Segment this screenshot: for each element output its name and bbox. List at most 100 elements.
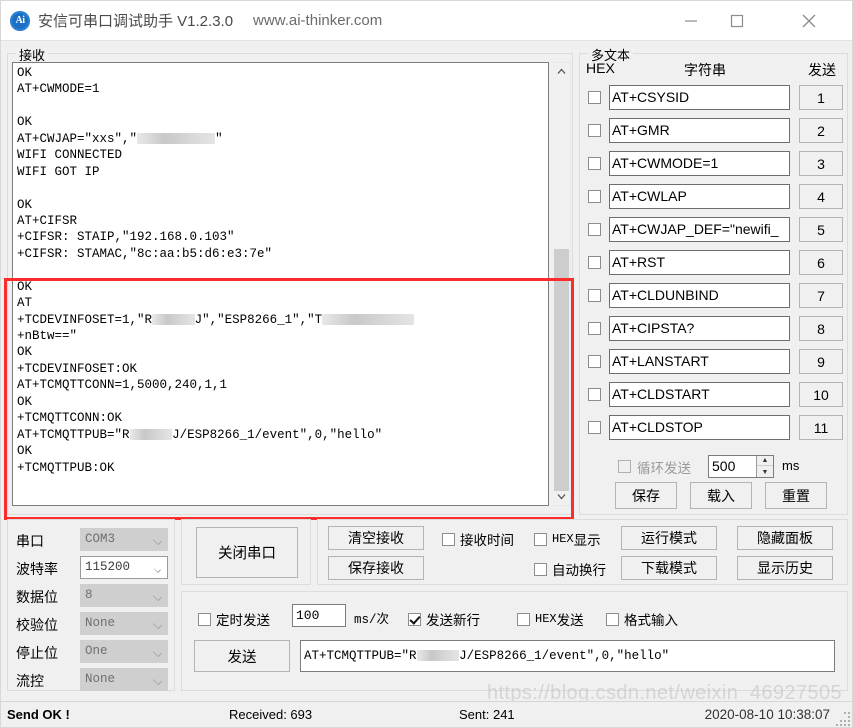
command-send-button[interactable]: 11	[799, 415, 843, 440]
timed-interval-input[interactable]: 100	[292, 604, 346, 627]
send-button[interactable]: 发送	[194, 640, 290, 672]
port-toggle-panel: 关闭串口	[181, 519, 311, 585]
command-hex-checkbox[interactable]	[588, 91, 601, 104]
load-button[interactable]: 载入	[690, 482, 752, 509]
scrollbar-thumb[interactable]	[554, 249, 569, 491]
serial-setting-label: 校验位	[16, 617, 58, 633]
command-row: AT+CSYSID 1	[580, 84, 847, 114]
command-hex-checkbox[interactable]	[588, 190, 601, 203]
command-hex-checkbox[interactable]	[588, 289, 601, 302]
command-hex-checkbox[interactable]	[588, 388, 601, 401]
download-mode-button[interactable]: 下载模式	[621, 556, 717, 580]
minimize-icon[interactable]	[668, 1, 714, 41]
checkbox-box	[442, 532, 455, 546]
chevron-down-icon[interactable]	[553, 488, 570, 505]
command-send-button[interactable]: 10	[799, 382, 843, 407]
command-input[interactable]: AT+CSYSID	[609, 85, 790, 110]
command-row: AT+CIPSTA? 8	[580, 315, 847, 345]
toggle-serial-port-button[interactable]: 关闭串口	[196, 527, 298, 578]
save-receive-button[interactable]: 保存接收	[328, 556, 424, 580]
send-newline-checkbox[interactable]: 发送新行	[408, 609, 480, 629]
redacted-text	[416, 650, 460, 662]
command-input[interactable]: AT+CWMODE=1	[609, 151, 790, 176]
chevron-up-icon[interactable]	[553, 63, 570, 80]
receive-panel: 接收 OK AT+CWMODE=1 OK AT+CWJAP="xxs"," " WIFI…	[7, 45, 573, 515]
chevron-down-icon	[152, 675, 163, 686]
command-hex-checkbox[interactable]	[588, 256, 601, 269]
command-send-button[interactable]: 4	[799, 184, 843, 209]
receive-timestamp-checkbox[interactable]: 接收时间	[442, 529, 514, 549]
hex-display-label-cn: 显示	[573, 533, 601, 548]
auto-wrap-checkbox[interactable]: 自动换行	[534, 559, 606, 579]
status-datetime: 2020-08-10 10:38:07	[704, 707, 830, 722]
timed-send-checkbox[interactable]: 定时发送	[198, 609, 270, 629]
serial-setting-label: 串口	[16, 533, 44, 549]
send-input[interactable]: AT+TCMQTTPUB="R J/ESP8266_1/event",0,"hel…	[300, 640, 835, 672]
show-history-button[interactable]: 显示历史	[737, 556, 833, 580]
receive-line: AT+CWJAP="xxs"," "	[17, 131, 223, 146]
chevron-down-icon	[152, 619, 163, 630]
serial-setting-row: 校验位 None	[8, 610, 174, 638]
serial-setting-select[interactable]: 115200	[80, 556, 168, 579]
timed-send-label: 定时发送	[216, 613, 270, 628]
title-bar: Ai 安信可串口调试助手 V1.2.3.0 www.ai-thinker.com	[1, 1, 852, 41]
auto-wrap-label: 自动换行	[552, 563, 606, 578]
command-input[interactable]: AT+CWLAP	[609, 184, 790, 209]
command-send-button[interactable]: 9	[799, 349, 843, 374]
command-hex-checkbox[interactable]	[588, 157, 601, 170]
command-input[interactable]: AT+CLDSTOP	[609, 415, 790, 440]
command-input[interactable]: AT+CLDSTART	[609, 382, 790, 407]
receive-line: OK	[17, 66, 33, 80]
serial-setting-select[interactable]: 8	[80, 584, 168, 607]
command-hex-checkbox[interactable]	[588, 421, 601, 434]
hide-panel-button[interactable]: 隐藏面板	[737, 526, 833, 550]
receive-line	[17, 180, 545, 196]
receive-line: AT	[17, 296, 33, 311]
format-input-checkbox[interactable]: 格式输入	[606, 609, 678, 629]
serial-setting-select[interactable]: One	[80, 640, 168, 663]
stepper-buttons[interactable]: ▲ ▼	[756, 456, 773, 477]
clear-receive-button[interactable]: 清空接收	[328, 526, 424, 550]
command-hex-checkbox[interactable]	[588, 124, 601, 137]
command-input[interactable]: AT+GMR	[609, 118, 790, 143]
save-button[interactable]: 保存	[615, 482, 677, 509]
command-send-button[interactable]: 5	[799, 217, 843, 242]
command-input[interactable]: AT+LANSTART	[609, 349, 790, 374]
serial-setting-select[interactable]: None	[80, 668, 168, 691]
hex-display-checkbox[interactable]: HEX 显示	[534, 529, 601, 549]
command-send-button[interactable]: 7	[799, 283, 843, 308]
receive-line: OK	[17, 115, 33, 130]
resize-grip-icon[interactable]	[836, 712, 850, 726]
command-hex-checkbox[interactable]	[588, 223, 601, 236]
serial-setting-label: 数据位	[16, 589, 58, 605]
command-send-button[interactable]: 1	[799, 85, 843, 110]
command-send-button[interactable]: 2	[799, 118, 843, 143]
command-input[interactable]: AT+CLDUNBIND	[609, 283, 790, 308]
serial-setting-row: 停止位 One	[8, 638, 174, 666]
receive-textarea[interactable]: OK AT+CWMODE=1 OK AT+CWJAP="xxs"," " WIFI CO…	[12, 62, 549, 506]
command-send-button[interactable]: 3	[799, 151, 843, 176]
reset-button[interactable]: 重置	[765, 482, 827, 509]
stepper-down-icon[interactable]: ▼	[757, 467, 773, 477]
serial-debug-assistant-window: Ai 安信可串口调试助手 V1.2.3.0 www.ai-thinker.com…	[0, 0, 853, 728]
command-send-button[interactable]: 6	[799, 250, 843, 275]
command-input[interactable]: AT+CWJAP_DEF="newifi_	[609, 217, 790, 242]
chevron-down-icon	[152, 591, 163, 602]
loop-interval-stepper[interactable]: 500 ▲ ▼	[708, 455, 774, 478]
close-icon[interactable]	[786, 1, 832, 41]
serial-setting-select[interactable]: COM3	[80, 528, 168, 551]
hex-send-checkbox[interactable]: HEX 发送	[517, 609, 584, 629]
stepper-up-icon[interactable]: ▲	[757, 456, 773, 466]
command-hex-checkbox[interactable]	[588, 355, 601, 368]
command-send-button[interactable]: 8	[799, 316, 843, 341]
command-input[interactable]: AT+RST	[609, 250, 790, 275]
receive-tools-panel: 清空接收 保存接收 接收时间 HEX 显示 自动换行 运行模式 下载模式 隐藏面…	[317, 519, 848, 585]
loop-send-checkbox[interactable]	[618, 460, 631, 473]
run-mode-button[interactable]: 运行模式	[621, 526, 717, 550]
serial-setting-select[interactable]: None	[80, 612, 168, 635]
receive-scrollbar[interactable]	[553, 62, 571, 506]
chevron-down-icon	[152, 535, 163, 546]
maximize-icon[interactable]	[714, 1, 760, 41]
command-hex-checkbox[interactable]	[588, 322, 601, 335]
command-input[interactable]: AT+CIPSTA?	[609, 316, 790, 341]
